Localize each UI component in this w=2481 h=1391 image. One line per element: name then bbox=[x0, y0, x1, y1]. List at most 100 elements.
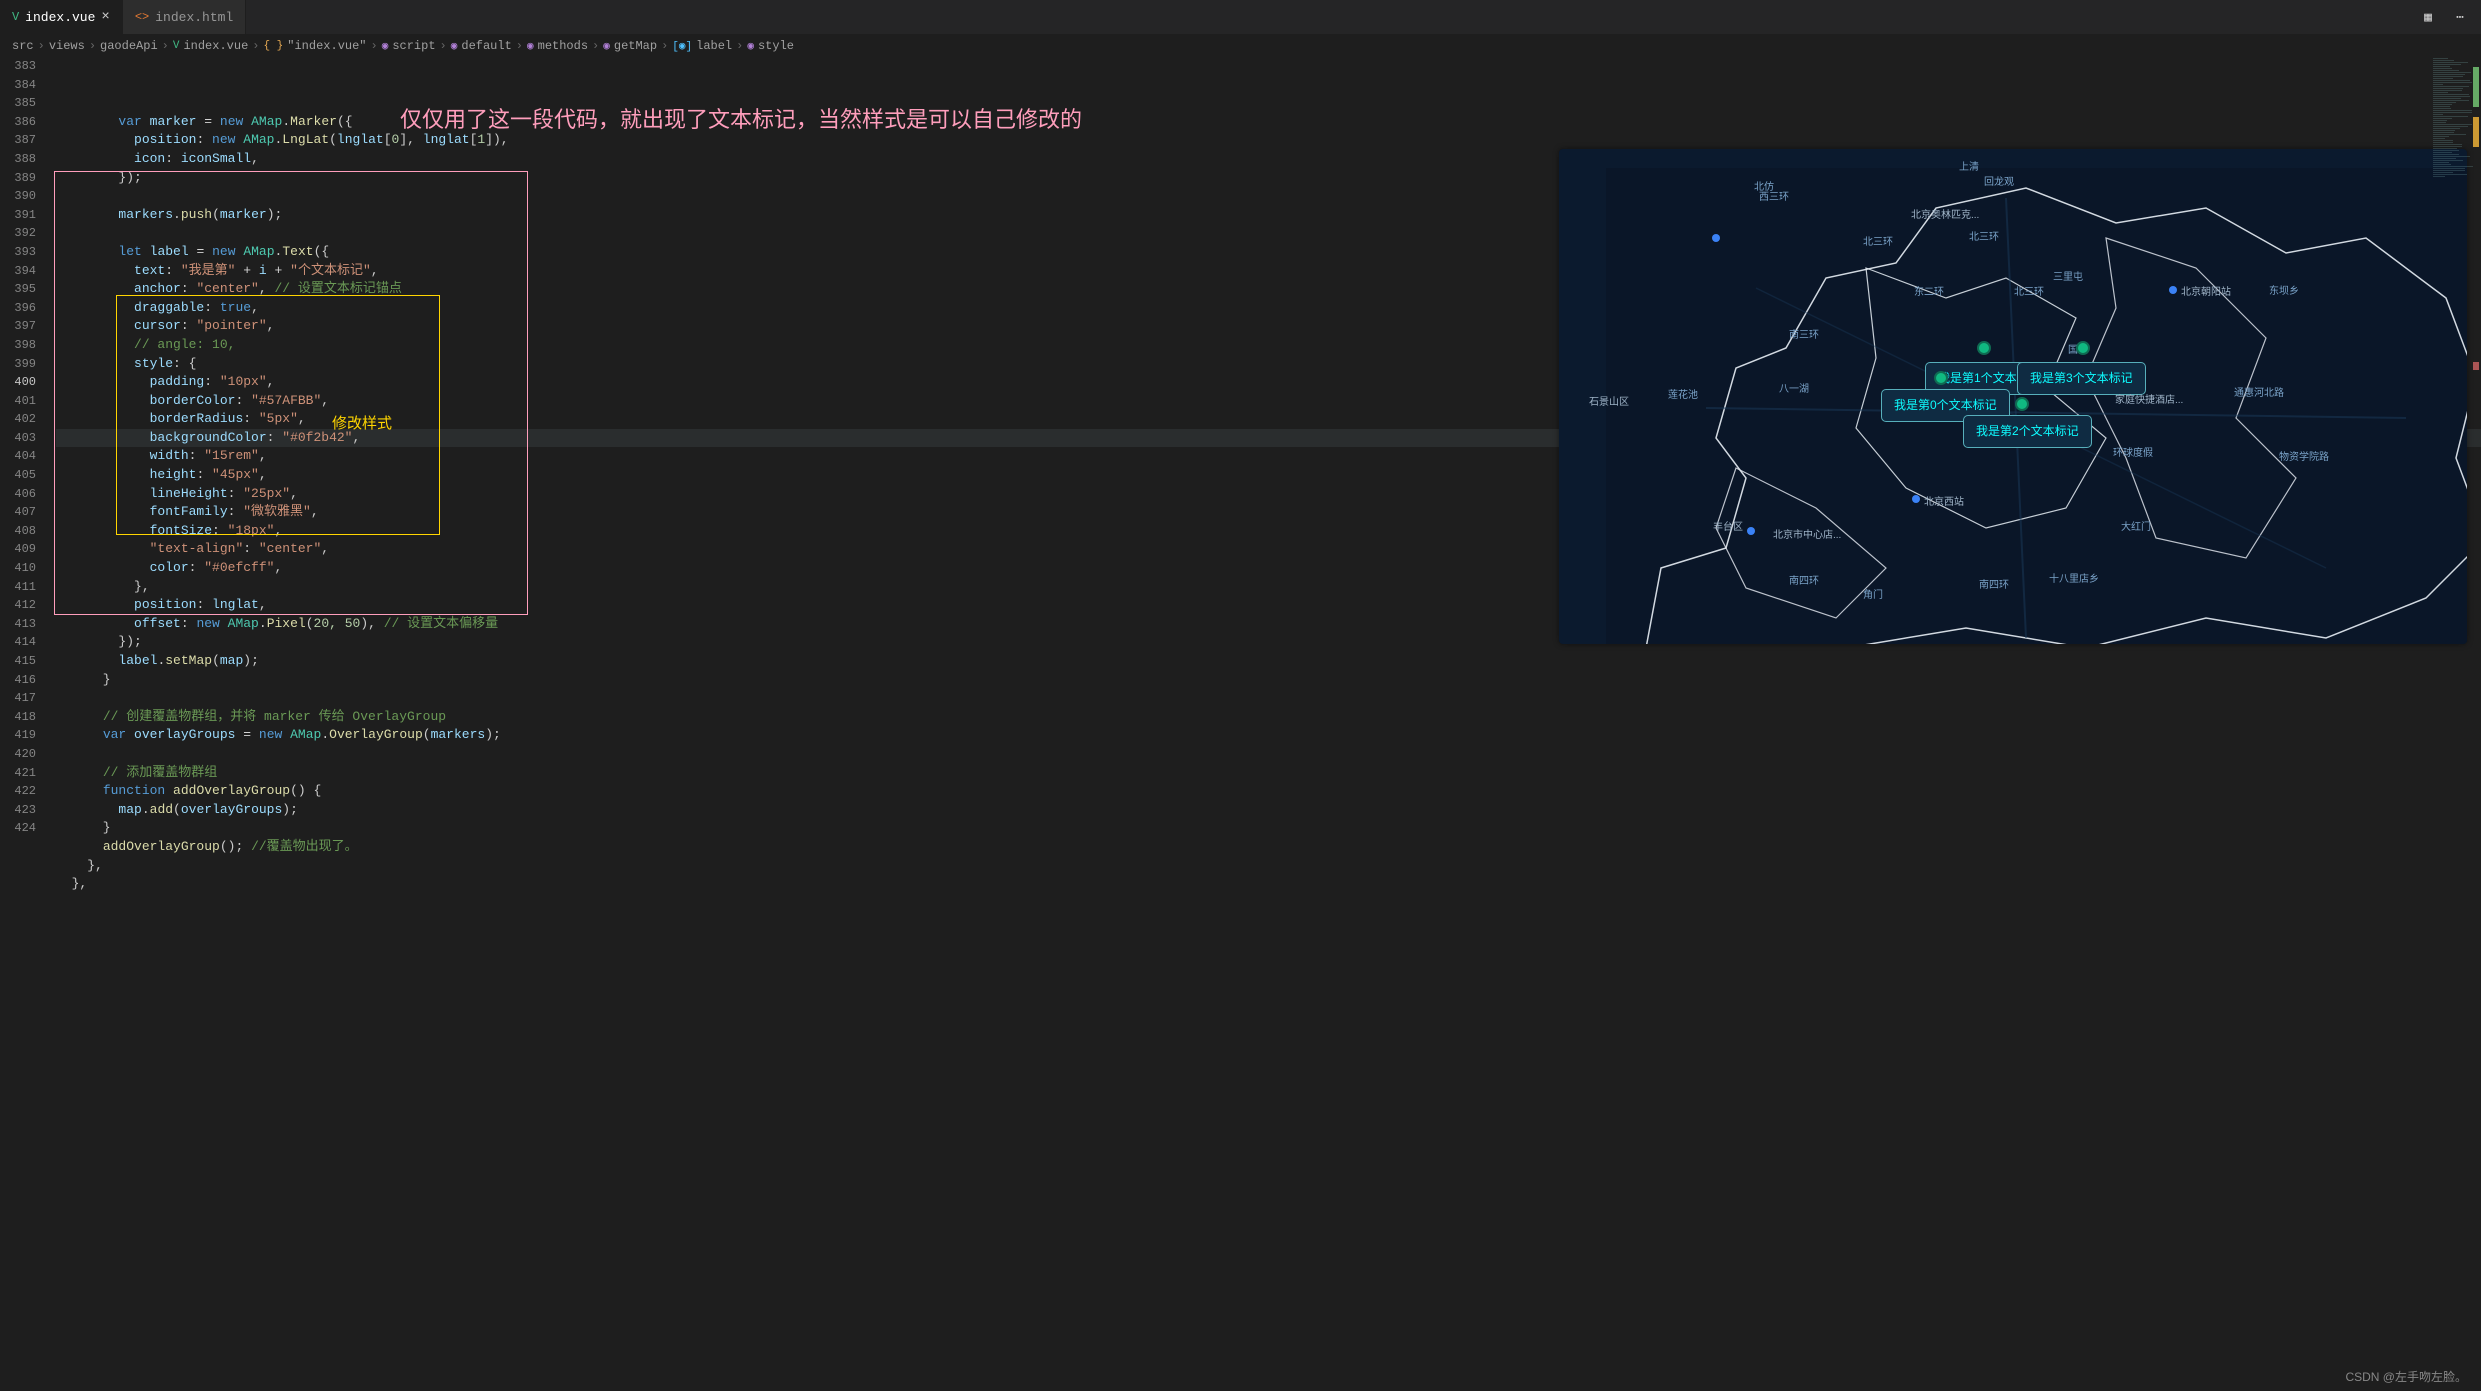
line-number: 387 bbox=[0, 131, 36, 150]
breadcrumbs: src›views›gaodeApi›Vindex.vue›{ }"index.… bbox=[0, 35, 2481, 57]
code-line[interactable]: } bbox=[56, 819, 2481, 838]
map-place-label: 北仿 bbox=[1754, 179, 1774, 198]
line-number: 414 bbox=[0, 633, 36, 652]
tab-index-vue[interactable]: V index.vue × bbox=[0, 0, 123, 34]
code-line[interactable]: // 添加覆盖物群组 bbox=[56, 764, 2481, 783]
line-number: 420 bbox=[0, 745, 36, 764]
line-number: 384 bbox=[0, 76, 36, 95]
code-line[interactable]: label.setMap(map); bbox=[56, 652, 2481, 671]
code-line[interactable]: map.add(overlayGroups); bbox=[56, 801, 2481, 820]
chevron-right-icon: › bbox=[89, 39, 96, 53]
line-number: 404 bbox=[0, 447, 36, 466]
breadcrumb-item[interactable]: ◉methods bbox=[527, 39, 588, 53]
line-number: 396 bbox=[0, 299, 36, 318]
map-place-label: 北京奥林匹克... bbox=[1911, 207, 1979, 226]
map-place-label: 北京市中心店... bbox=[1773, 527, 1841, 546]
annotation-top: 仅仅用了这一段代码，就出现了文本标记，当然样式是可以自己修改的 bbox=[400, 111, 1082, 130]
map-svg bbox=[1606, 168, 2467, 644]
breadcrumb-label: methods bbox=[538, 39, 588, 53]
split-editor-icon[interactable]: ▦ bbox=[2417, 10, 2439, 25]
line-number: 399 bbox=[0, 355, 36, 374]
annotation-yellow: 修改样式 bbox=[332, 415, 392, 434]
map-place-label: 上清 bbox=[1959, 159, 1979, 178]
line-number: 395 bbox=[0, 280, 36, 299]
breadcrumb-item[interactable]: ◉default bbox=[451, 39, 512, 53]
line-number: 409 bbox=[0, 540, 36, 559]
map-place-label: 北京朝阳站 bbox=[2181, 284, 2231, 303]
code-line[interactable] bbox=[56, 689, 2481, 708]
line-number: 421 bbox=[0, 764, 36, 783]
line-number: 405 bbox=[0, 466, 36, 485]
breadcrumb-item[interactable]: ◉script bbox=[382, 39, 436, 53]
breadcrumb-item[interactable]: Vindex.vue bbox=[173, 39, 248, 53]
vue-icon: V bbox=[12, 10, 19, 24]
code-line[interactable] bbox=[56, 745, 2481, 764]
map-place-label: 南三环 bbox=[1789, 327, 1819, 346]
breadcrumb-item[interactable]: { }"index.vue" bbox=[263, 39, 366, 53]
more-icon[interactable]: ⋯ bbox=[2449, 10, 2471, 25]
map-place-label: 东坝乡 bbox=[2269, 283, 2299, 302]
map-place-label: 北三环 bbox=[1969, 229, 1999, 248]
line-number: 424 bbox=[0, 819, 36, 838]
close-icon[interactable]: × bbox=[101, 9, 109, 25]
line-number: 407 bbox=[0, 503, 36, 522]
code-line[interactable]: function addOverlayGroup() { bbox=[56, 782, 2481, 801]
line-number: 394 bbox=[0, 262, 36, 281]
breadcrumb-item[interactable]: src bbox=[12, 39, 34, 53]
code-line[interactable]: } bbox=[56, 671, 2481, 690]
breadcrumb-icon: { } bbox=[263, 40, 283, 52]
map-place-label: 南四环 bbox=[1789, 573, 1819, 592]
line-number: 413 bbox=[0, 615, 36, 634]
breadcrumb-item[interactable]: ◉style bbox=[747, 39, 794, 53]
marker-dot-icon[interactable] bbox=[2015, 397, 2029, 411]
code-line[interactable]: }, bbox=[56, 857, 2481, 876]
code-line[interactable]: position: new AMap.LngLat(lnglat[0], lng… bbox=[56, 131, 2481, 150]
breadcrumb-label: views bbox=[49, 39, 85, 53]
line-number: 402 bbox=[0, 410, 36, 429]
map-text-marker[interactable]: 我是第2个文本标记 bbox=[1963, 415, 2092, 448]
line-number: 419 bbox=[0, 726, 36, 745]
map-place-label: 通惠河北路 bbox=[2234, 385, 2284, 404]
map-place-label: 东二环 bbox=[1914, 284, 1944, 303]
tab-index-html[interactable]: <> index.html bbox=[123, 0, 246, 34]
map-text-marker[interactable]: 我是第3个文本标记 bbox=[2017, 362, 2146, 395]
line-number: 385 bbox=[0, 94, 36, 113]
line-number: 391 bbox=[0, 206, 36, 225]
breadcrumb-label: getMap bbox=[614, 39, 657, 53]
breadcrumb-item[interactable]: [◉]label bbox=[672, 39, 732, 53]
breadcrumb-label: src bbox=[12, 39, 34, 53]
code-line[interactable]: var overlayGroups = new AMap.OverlayGrou… bbox=[56, 726, 2481, 745]
map-place-label: 丰台区 bbox=[1713, 519, 1743, 538]
code-area[interactable]: var marker = new AMap.Marker({ position:… bbox=[52, 57, 2481, 1391]
overview-ruler bbox=[2469, 57, 2481, 1391]
code-line[interactable]: addOverlayGroup(); //覆盖物出现了。 bbox=[56, 838, 2481, 857]
code-line[interactable]: }, bbox=[56, 875, 2481, 894]
marker-dot-icon[interactable] bbox=[1977, 341, 1991, 355]
map-place-label: 物资学院路 bbox=[2279, 449, 2329, 468]
marker-dot-icon[interactable] bbox=[1934, 371, 1948, 385]
watermark: CSDN @左手吻左脸。 bbox=[2345, 1368, 2467, 1385]
breadcrumb-label: gaodeApi bbox=[100, 39, 158, 53]
chevron-right-icon: › bbox=[516, 39, 523, 53]
code-line[interactable]: // 创建覆盖物群组，并将 marker 传给 OverlayGroup bbox=[56, 708, 2481, 727]
map-place-label: 南四环 bbox=[1979, 577, 2009, 596]
line-number: 392 bbox=[0, 224, 36, 243]
breadcrumb-item[interactable]: gaodeApi bbox=[100, 39, 158, 53]
map-place-label: 北三环 bbox=[2014, 284, 2044, 303]
marker-dot-icon[interactable] bbox=[2076, 341, 2090, 355]
line-number: 401 bbox=[0, 392, 36, 411]
breadcrumb-label: index.vue bbox=[183, 39, 248, 53]
poi-dot-icon bbox=[1747, 527, 1755, 535]
map-preview[interactable]: 我是第1个文本我是第3个文本标记我是第0个文本标记我是第2个文本标记 上清回龙观… bbox=[1559, 149, 2467, 644]
poi-dot-icon bbox=[1912, 495, 1920, 503]
breadcrumb-icon: ◉ bbox=[603, 39, 610, 53]
breadcrumb-icon: ◉ bbox=[451, 39, 458, 53]
line-number: 410 bbox=[0, 559, 36, 578]
breadcrumb-item[interactable]: ◉ getMap bbox=[603, 39, 657, 53]
chevron-right-icon: › bbox=[38, 39, 45, 53]
poi-dot-icon bbox=[1712, 234, 1720, 242]
breadcrumb-item[interactable]: views bbox=[49, 39, 85, 53]
line-number: 386 bbox=[0, 113, 36, 132]
line-number: 408 bbox=[0, 522, 36, 541]
tab-label: index.html bbox=[155, 10, 233, 25]
